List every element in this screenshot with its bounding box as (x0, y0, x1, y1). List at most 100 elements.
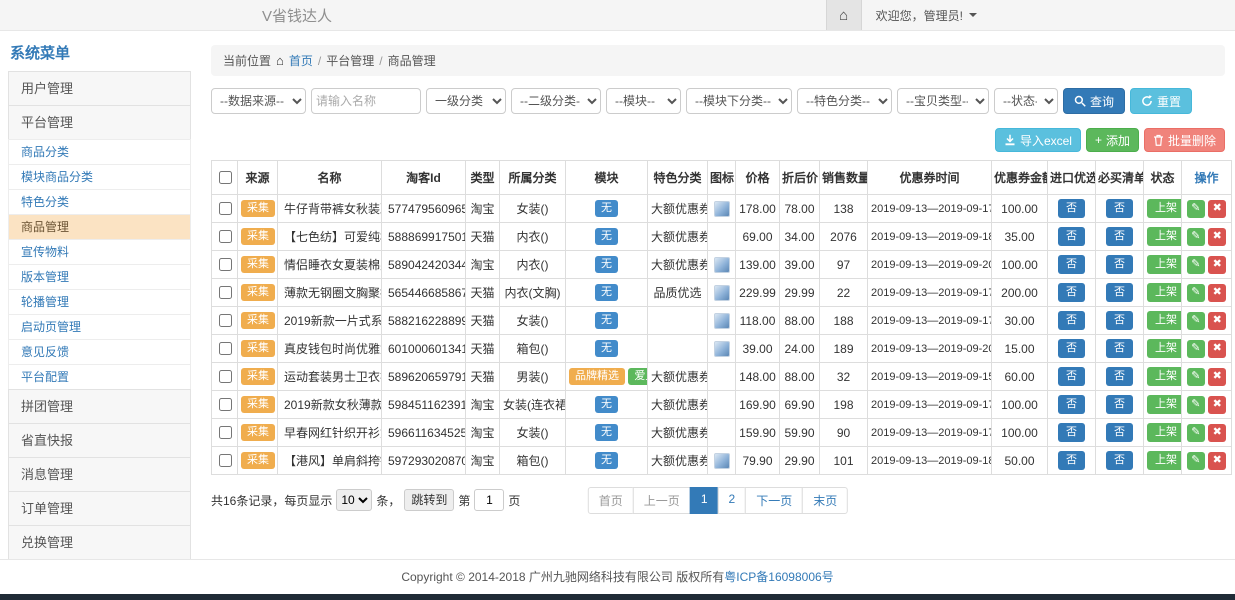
status-button[interactable]: 上架 (1147, 367, 1182, 386)
delete-button[interactable]: ✖ (1208, 396, 1226, 414)
status-button[interactable]: 上架 (1147, 311, 1182, 330)
edit-button[interactable]: ✎ (1187, 368, 1205, 386)
status-button[interactable]: 上架 (1147, 283, 1182, 302)
import-optimal-toggle[interactable]: 否 (1058, 395, 1085, 414)
delete-button[interactable]: ✖ (1208, 312, 1226, 330)
item-type-select[interactable]: --宝贝类型-- (897, 88, 989, 114)
add-button[interactable]: + 添加 (1086, 128, 1139, 152)
sidebar-item-拼团管理[interactable]: 拼团管理 (8, 389, 191, 424)
must-buy-toggle[interactable]: 否 (1106, 451, 1133, 470)
status-button[interactable]: 上架 (1147, 199, 1182, 218)
import-optimal-toggle[interactable]: 否 (1058, 339, 1085, 358)
row-checkbox[interactable] (219, 426, 232, 439)
search-button[interactable]: 查询 (1063, 88, 1125, 114)
delete-button[interactable]: ✖ (1208, 228, 1226, 246)
page-button-末页[interactable]: 末页 (802, 487, 848, 514)
edit-button[interactable]: ✎ (1187, 396, 1205, 414)
edit-button[interactable]: ✎ (1187, 200, 1205, 218)
sidebar-item-省直快报[interactable]: 省直快报 (8, 423, 191, 458)
name-search-input[interactable] (311, 88, 421, 114)
module-sub-select[interactable]: --模块下分类-- (686, 88, 792, 114)
status-button[interactable]: 上架 (1147, 395, 1182, 414)
delete-button[interactable]: ✖ (1208, 284, 1226, 302)
must-buy-toggle[interactable]: 否 (1106, 423, 1133, 442)
sidebar-item-特色分类[interactable]: 特色分类 (8, 189, 191, 215)
import-optimal-toggle[interactable]: 否 (1058, 451, 1085, 470)
page-button-下一页[interactable]: 下一页 (745, 487, 803, 514)
page-button-1[interactable]: 1 (690, 487, 719, 514)
must-buy-toggle[interactable]: 否 (1106, 395, 1133, 414)
edit-button[interactable]: ✎ (1187, 452, 1205, 470)
row-checkbox[interactable] (219, 314, 232, 327)
row-checkbox[interactable] (219, 342, 232, 355)
category2-select[interactable]: --二级分类-- (511, 88, 601, 114)
row-checkbox[interactable] (219, 230, 232, 243)
category1-select[interactable]: 一级分类 (426, 88, 506, 114)
delete-button[interactable]: ✖ (1208, 368, 1226, 386)
jump-button[interactable]: 跳转到 (404, 489, 454, 511)
status-button[interactable]: 上架 (1147, 451, 1182, 470)
import-optimal-toggle[interactable]: 否 (1058, 283, 1085, 302)
sidebar-item-模块商品分类[interactable]: 模块商品分类 (8, 164, 191, 190)
sidebar-item-用户管理[interactable]: 用户管理 (8, 71, 191, 106)
must-buy-toggle[interactable]: 否 (1106, 227, 1133, 246)
sidebar-item-宣传物料[interactable]: 宣传物料 (8, 239, 191, 265)
delete-button[interactable]: ✖ (1208, 452, 1226, 470)
status-button[interactable]: 上架 (1147, 339, 1182, 358)
sidebar-item-商品管理[interactable]: 商品管理 (8, 214, 191, 240)
import-excel-button[interactable]: 导入excel (995, 128, 1081, 152)
sidebar-item-兑换管理[interactable]: 兑换管理 (8, 525, 191, 559)
status-button[interactable]: 上架 (1147, 423, 1182, 442)
data-source-select[interactable]: --数据来源-- (211, 88, 306, 114)
edit-button[interactable]: ✎ (1187, 284, 1205, 302)
breadcrumb-home-link[interactable]: 首页 (289, 52, 313, 69)
delete-button[interactable]: ✖ (1208, 340, 1226, 358)
import-optimal-toggle[interactable]: 否 (1058, 311, 1085, 330)
page-size-select[interactable]: 10 (336, 489, 372, 511)
edit-button[interactable]: ✎ (1187, 424, 1205, 442)
must-buy-toggle[interactable]: 否 (1106, 255, 1133, 274)
page-button-2[interactable]: 2 (718, 487, 747, 514)
sidebar-item-订单管理[interactable]: 订单管理 (8, 491, 191, 526)
row-checkbox[interactable] (219, 202, 232, 215)
reset-button[interactable]: 重置 (1130, 88, 1192, 114)
row-checkbox[interactable] (219, 370, 232, 383)
sidebar-item-平台配置[interactable]: 平台配置 (8, 364, 191, 390)
import-optimal-toggle[interactable]: 否 (1058, 367, 1085, 386)
edit-button[interactable]: ✎ (1187, 228, 1205, 246)
select-all-checkbox[interactable] (219, 171, 232, 184)
status-button[interactable]: 上架 (1147, 255, 1182, 274)
batch-delete-button[interactable]: 批量删除 (1144, 128, 1225, 152)
icp-link[interactable]: 粤ICP备16098006号 (724, 570, 833, 584)
jump-page-input[interactable] (474, 489, 504, 511)
module-select[interactable]: --模块-- (606, 88, 681, 114)
delete-button[interactable]: ✖ (1208, 200, 1226, 218)
row-checkbox[interactable] (219, 454, 232, 467)
status-select[interactable]: --状态-- (994, 88, 1058, 114)
must-buy-toggle[interactable]: 否 (1106, 199, 1133, 218)
delete-button[interactable]: ✖ (1208, 256, 1226, 274)
sidebar-item-消息管理[interactable]: 消息管理 (8, 457, 191, 492)
feature-select[interactable]: --特色分类-- (797, 88, 892, 114)
user-menu[interactable]: 欢迎您，管理员! (862, 7, 977, 24)
edit-button[interactable]: ✎ (1187, 256, 1205, 274)
sidebar-item-启动页管理[interactable]: 启动页管理 (8, 314, 191, 340)
import-optimal-toggle[interactable]: 否 (1058, 227, 1085, 246)
import-optimal-toggle[interactable]: 否 (1058, 423, 1085, 442)
sidebar-item-版本管理[interactable]: 版本管理 (8, 264, 191, 290)
sidebar-item-轮播管理[interactable]: 轮播管理 (8, 289, 191, 315)
row-checkbox[interactable] (219, 258, 232, 271)
delete-button[interactable]: ✖ (1208, 424, 1226, 442)
sidebar-item-平台管理[interactable]: 平台管理 (8, 105, 191, 140)
status-button[interactable]: 上架 (1147, 227, 1182, 246)
row-checkbox[interactable] (219, 286, 232, 299)
must-buy-toggle[interactable]: 否 (1106, 283, 1133, 302)
sidebar-item-意见反馈[interactable]: 意见反馈 (8, 339, 191, 365)
edit-button[interactable]: ✎ (1187, 312, 1205, 330)
home-button[interactable]: ⌂ (826, 0, 862, 30)
sidebar-item-商品分类[interactable]: 商品分类 (8, 139, 191, 165)
row-checkbox[interactable] (219, 398, 232, 411)
must-buy-toggle[interactable]: 否 (1106, 339, 1133, 358)
must-buy-toggle[interactable]: 否 (1106, 367, 1133, 386)
must-buy-toggle[interactable]: 否 (1106, 311, 1133, 330)
